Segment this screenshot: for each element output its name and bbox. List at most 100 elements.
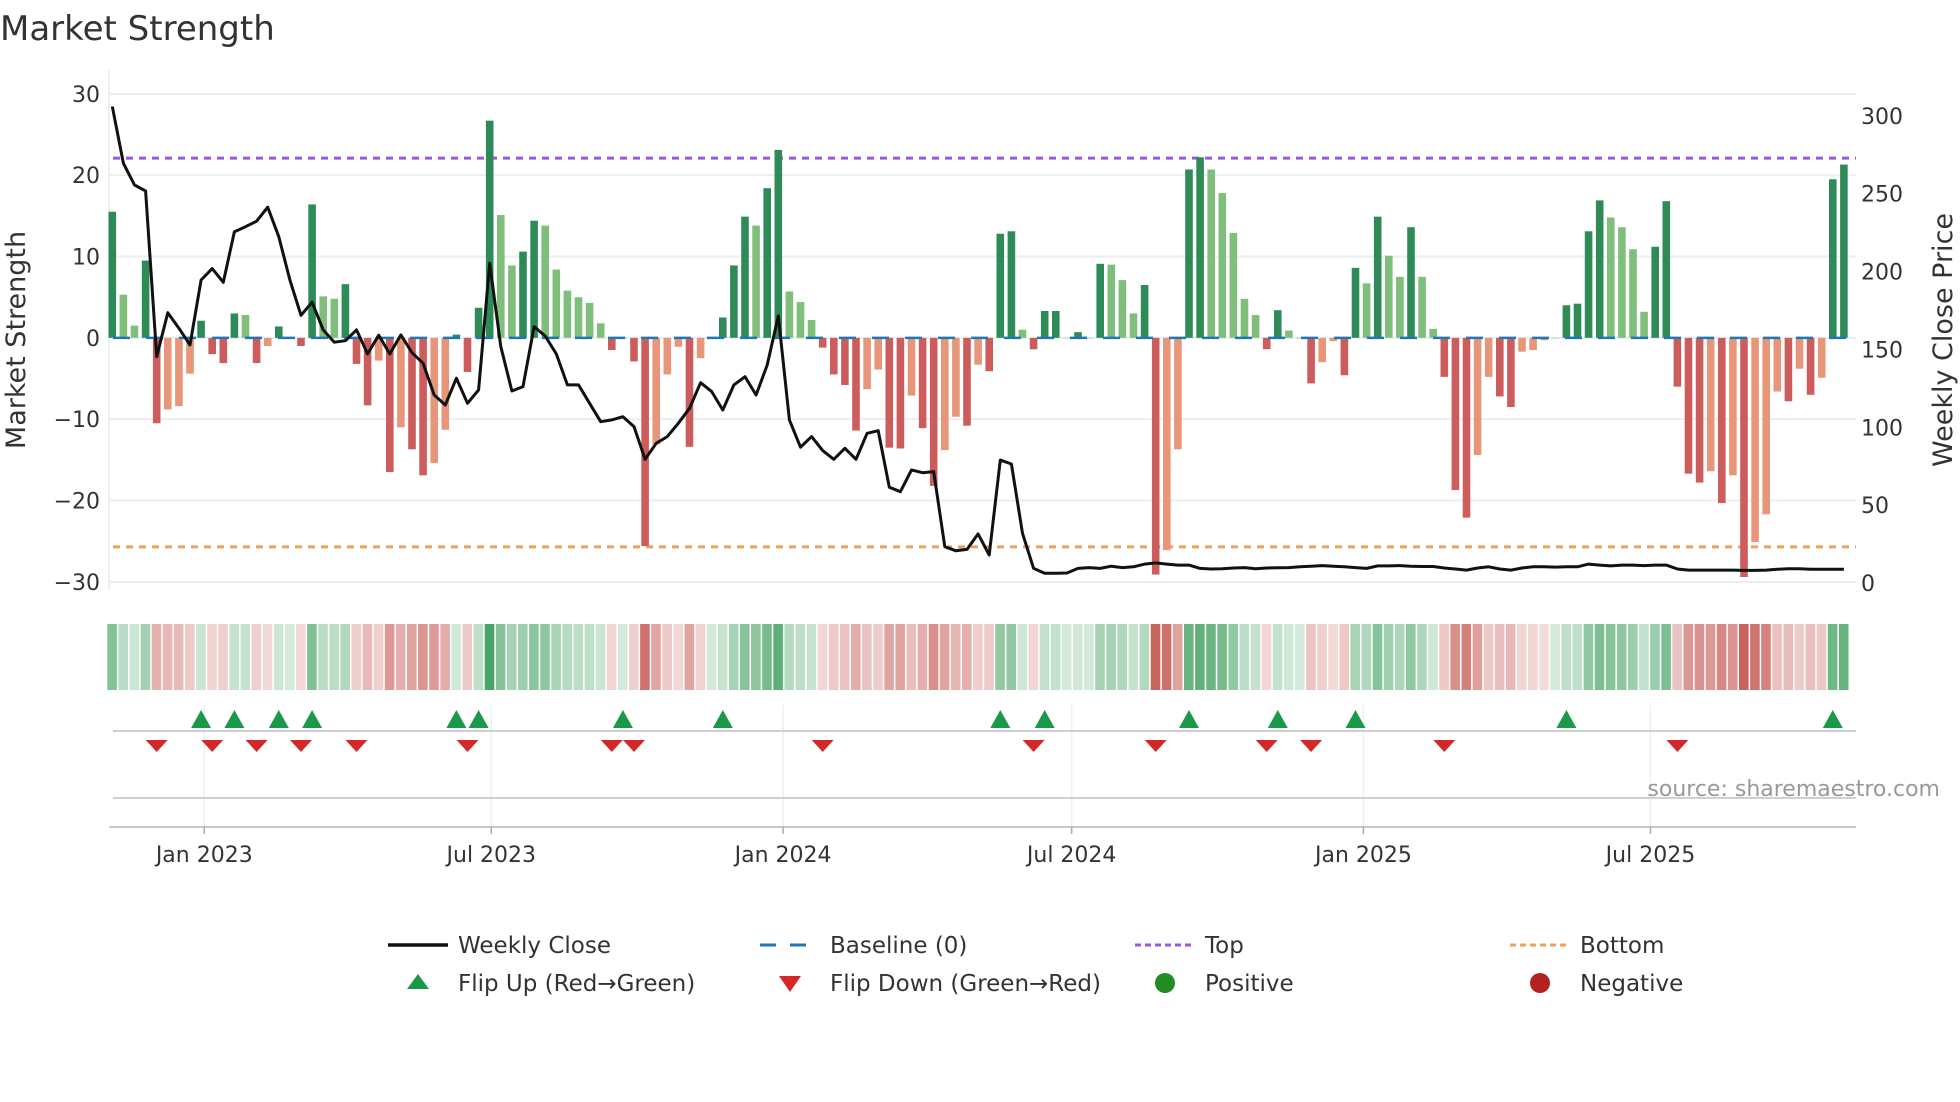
left-y-tick: −30 — [54, 571, 100, 596]
strength-bar — [1440, 337, 1449, 377]
strength-bar — [608, 337, 616, 351]
strip-cell — [1050, 624, 1061, 690]
strength-bar — [1429, 328, 1437, 338]
strength-bar — [1096, 263, 1104, 338]
flip-up-marker — [302, 710, 323, 728]
strip-cell — [1039, 624, 1050, 690]
flip-up-marker — [1822, 710, 1843, 728]
flip-up-marker — [712, 710, 733, 728]
source-note: source: sharemaestro.com — [1647, 777, 1940, 802]
strip-cell — [1772, 624, 1782, 690]
x-tick-label: Jan 2023 — [154, 843, 253, 868]
strip-cell — [1406, 624, 1416, 690]
strength-bar — [1385, 255, 1393, 338]
strip-cell — [1450, 624, 1460, 690]
strip-cell — [573, 624, 584, 690]
strip-cell — [1195, 624, 1205, 690]
strip-cell — [817, 624, 828, 690]
strength-bar — [164, 337, 172, 410]
strength-bar — [741, 216, 749, 338]
strip-cell — [1672, 624, 1682, 690]
strip-cell — [440, 624, 450, 690]
flip-down-marker — [145, 740, 168, 752]
legend-flip-up-icon — [407, 974, 429, 989]
legend-positive-icon — [1155, 973, 1175, 993]
strip-cell — [1628, 624, 1638, 690]
strip-cell — [284, 624, 295, 690]
strip-cell — [595, 624, 606, 690]
strength-bar — [341, 284, 350, 338]
strength-bar — [1773, 337, 1782, 392]
strip-cell — [950, 624, 961, 690]
strip-cell — [1461, 624, 1472, 690]
strength-bar — [1640, 311, 1648, 338]
flip-down-marker — [245, 740, 268, 752]
strength-bar — [1396, 276, 1404, 338]
strength-bar — [774, 149, 783, 338]
strength-bar — [907, 337, 916, 396]
strength-bar — [297, 337, 305, 346]
strip-cell — [1528, 624, 1538, 690]
strip-cell — [1705, 624, 1716, 690]
strip-cell — [1727, 624, 1738, 690]
strength-bar — [974, 337, 982, 365]
strip-cell — [1139, 624, 1150, 690]
strip-cell — [784, 624, 794, 690]
strip-cell — [1550, 624, 1560, 690]
strip-cell — [418, 624, 428, 690]
strength-bar — [1151, 337, 1160, 575]
strength-bar — [1784, 337, 1793, 402]
strip-cell — [895, 624, 905, 690]
reference-lines — [113, 156, 1856, 549]
strip-cell — [1073, 624, 1083, 690]
legend-label: Flip Up (Red→Green) — [458, 971, 695, 997]
strength-bar — [1795, 337, 1804, 369]
strip-cell — [1428, 624, 1438, 690]
strength-bar — [530, 220, 538, 338]
flip-down-marker — [1433, 740, 1456, 752]
strip-cell — [1483, 624, 1494, 690]
strip-cell — [218, 624, 228, 690]
strip-cell — [1505, 624, 1516, 690]
strength-bar — [1462, 337, 1471, 518]
strip-cell — [1095, 624, 1105, 690]
x-tick-label: Jan 2024 — [733, 843, 832, 868]
strength-bar — [1718, 337, 1726, 503]
strength-bar — [996, 233, 1005, 338]
strip-cell — [1650, 624, 1660, 690]
left-y-tick: −20 — [54, 490, 100, 515]
strip-cell — [873, 624, 883, 690]
left-y-tick: 30 — [72, 83, 100, 108]
strength-bar — [1351, 267, 1360, 338]
strip-cell — [229, 624, 239, 690]
strip-cell — [140, 624, 151, 690]
left-y-tick: 20 — [72, 164, 100, 189]
x-tick-label: Jul 2024 — [1025, 843, 1117, 868]
left-y-ticks: 30 20 10 0 −10 −20 −30 — [54, 83, 100, 596]
date-axis: Jan 2023 Jul 2023 Jan 2024 Jul 2024 Jan 2025… — [109, 826, 1856, 868]
strip-cell — [1239, 624, 1250, 690]
market-strength-chart: Market Strength 3020100−10−20−30 3002502… — [0, 9, 1959, 997]
x-tick-label: Jul 2023 — [445, 843, 537, 868]
strength-bar — [1040, 311, 1049, 338]
flip-up-marker — [268, 710, 289, 728]
flip-up-marker — [191, 710, 212, 728]
strength-bar — [1529, 337, 1537, 351]
strength-bar — [275, 326, 283, 338]
strip-cell — [1739, 624, 1749, 690]
strip-cell — [1339, 624, 1349, 690]
strip-cell — [1572, 624, 1583, 690]
strength-bar — [1340, 337, 1349, 376]
strip-cell — [1150, 624, 1161, 690]
strip-cell — [107, 624, 117, 690]
strength-bar — [1285, 330, 1293, 338]
strength-bar — [1218, 193, 1227, 338]
strip-cell — [1272, 624, 1283, 690]
strip-cell — [1184, 624, 1194, 690]
strip-cell — [773, 624, 783, 690]
strength-bar — [430, 337, 438, 464]
strip-cell — [407, 624, 417, 690]
strip-cell — [384, 624, 395, 690]
flip-markers-panel — [113, 705, 1856, 827]
flip-up-marker — [1556, 710, 1577, 728]
